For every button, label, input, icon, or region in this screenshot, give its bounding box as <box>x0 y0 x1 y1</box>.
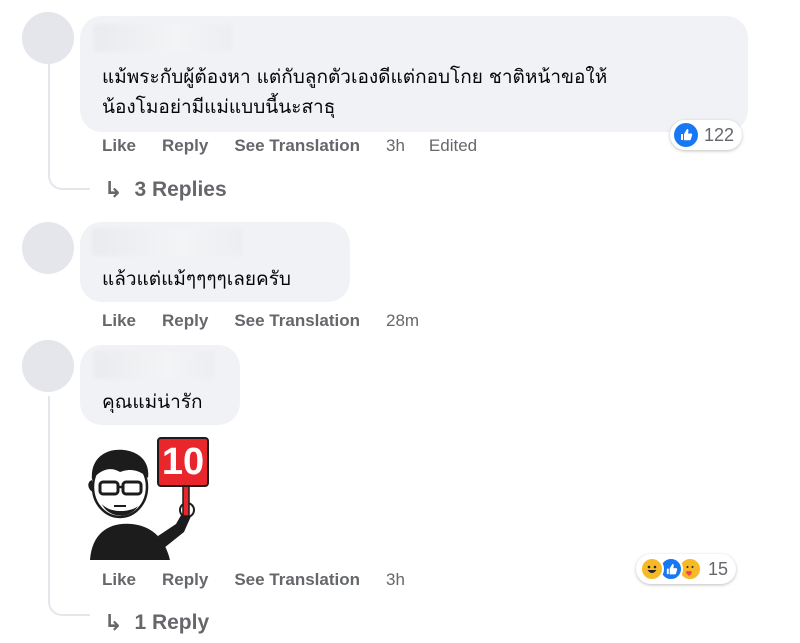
reply-button[interactable]: Reply <box>162 570 208 590</box>
like-button[interactable]: Like <box>102 136 136 156</box>
thread-connector <box>48 596 90 616</box>
reply-arrow-icon: ↳ <box>104 177 123 202</box>
view-replies-button[interactable]: ↳ 1 Reply <box>104 610 209 636</box>
comment-text: น้องโมอย่ามีแม่แบบนี้นะสาธุ <box>102 96 336 118</box>
thread-line <box>48 396 50 596</box>
haha-icon <box>640 557 664 581</box>
edited-label: Edited <box>428 136 478 155</box>
like-icon <box>674 123 698 147</box>
sticker-sign-number: 10 <box>161 441 205 483</box>
reaction-summary[interactable]: 15 <box>636 554 737 584</box>
author-name-redacted[interactable] <box>92 228 242 256</box>
comment-text: คุณแม่น่ารัก <box>102 391 203 413</box>
comment-bubble: แล้วแต่แม้ๆๆๆๆเลยครับ <box>80 222 350 302</box>
comment-actions: Like Reply See Translation 3h Edited <box>102 136 501 156</box>
replies-label: 3 Replies <box>134 178 227 201</box>
thread-connector <box>48 172 90 190</box>
like-button[interactable]: Like <box>102 570 136 590</box>
reaction-summary[interactable]: 122 <box>670 120 743 150</box>
see-translation-button[interactable]: See Translation <box>234 570 360 590</box>
reply-button[interactable]: Reply <box>162 136 208 156</box>
avatar[interactable] <box>22 340 74 392</box>
reply-button[interactable]: Reply <box>162 311 208 331</box>
comment-bubble: คุณแม่น่ารัก <box>80 345 240 425</box>
timestamp[interactable]: 3h <box>386 136 405 156</box>
see-translation-button[interactable]: See Translation <box>234 136 360 156</box>
see-translation-button[interactable]: See Translation <box>234 311 360 331</box>
timestamp[interactable]: 3h <box>386 570 405 590</box>
reaction-count: 15 <box>708 558 729 579</box>
reaction-count: 122 <box>704 124 735 145</box>
avatar[interactable] <box>22 12 74 64</box>
author-name-redacted[interactable] <box>94 351 214 379</box>
reply-arrow-icon: ↳ <box>104 610 123 635</box>
view-replies-button[interactable]: ↳ 3 Replies <box>104 177 227 203</box>
comment-text: แล้วแต่แม้ๆๆๆๆเลยครับ <box>102 268 291 290</box>
comment-actions: Like Reply See Translation 28m <box>102 311 443 331</box>
comment-actions: Like Reply See Translation 3h <box>102 570 429 590</box>
author-name-redacted[interactable] <box>94 24 232 52</box>
timestamp[interactable]: 28m <box>386 311 419 331</box>
thread-line <box>48 62 50 172</box>
replies-label: 1 Reply <box>134 611 210 634</box>
comment-bubble: แม้พระกับผู้ต้องหา แต่กับลูกตัวเองดีแต่ก… <box>80 16 748 132</box>
sticker-image[interactable]: 10 <box>80 432 210 560</box>
like-button[interactable]: Like <box>102 311 136 331</box>
comment-text: แม้พระกับผู้ต้องหา แต่กับลูกตัวเองดีแต่ก… <box>102 66 608 88</box>
avatar[interactable] <box>22 222 74 274</box>
